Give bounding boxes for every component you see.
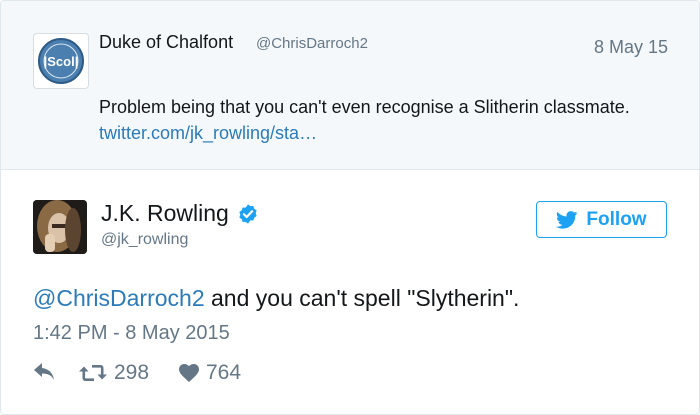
verified-badge-icon — [239, 203, 257, 224]
reply-button[interactable] — [33, 360, 55, 386]
parent-tweet-text: Problem being that you can't even recogn… — [99, 94, 659, 146]
tweet-timestamp[interactable]: 1:42 PM - 8 May 2015 — [33, 322, 230, 345]
heart-icon — [179, 364, 199, 382]
svg-text:|Scol|: |Scol| — [44, 54, 79, 69]
retweet-button[interactable]: 298 — [79, 360, 149, 386]
twitter-bird-icon — [556, 210, 578, 229]
mention-link[interactable]: @ChrisDarroch2 — [33, 285, 205, 311]
tweet-text-body: and you can't spell "Slytherin". — [204, 285, 520, 311]
like-button[interactable]: 764 — [179, 360, 241, 386]
retweet-icon — [79, 365, 107, 381]
reply-icon — [34, 363, 54, 380]
retweet-count: 298 — [114, 361, 150, 384]
parent-author-name[interactable]: Duke of Chalfont — [99, 32, 233, 53]
author-name[interactable]: J.K. Rowling — [101, 200, 229, 227]
tweet-text: @ChrisDarroch2 and you can't spell "Slyt… — [33, 285, 519, 312]
author-handle[interactable]: @jk_rowling — [101, 231, 188, 249]
parent-text-body: Problem being that you can't even recogn… — [99, 97, 630, 117]
scol-logo-icon: |Scol| — [38, 38, 84, 84]
parent-avatar[interactable]: |Scol| — [33, 33, 89, 89]
like-count: 764 — [206, 361, 242, 384]
parent-date[interactable]: 8 May 15 — [594, 37, 668, 58]
quoted-parent-tweet[interactable]: |Scol| Duke of Chalfont @ChrisDarroch2 8… — [1, 1, 699, 170]
author-photo — [33, 200, 87, 254]
parent-author-handle[interactable]: @ChrisDarroch2 — [256, 35, 368, 52]
embedded-tweet-card: |Scol| Duke of Chalfont @ChrisDarroch2 8… — [0, 0, 700, 415]
follow-button-label: Follow — [586, 208, 647, 230]
follow-button[interactable]: Follow — [536, 201, 667, 238]
author-avatar[interactable] — [33, 200, 87, 254]
parent-tweet-link[interactable]: twitter.com/jk_rowling/sta… — [99, 123, 317, 143]
author-name-row[interactable]: J.K. Rowling — [101, 200, 259, 227]
